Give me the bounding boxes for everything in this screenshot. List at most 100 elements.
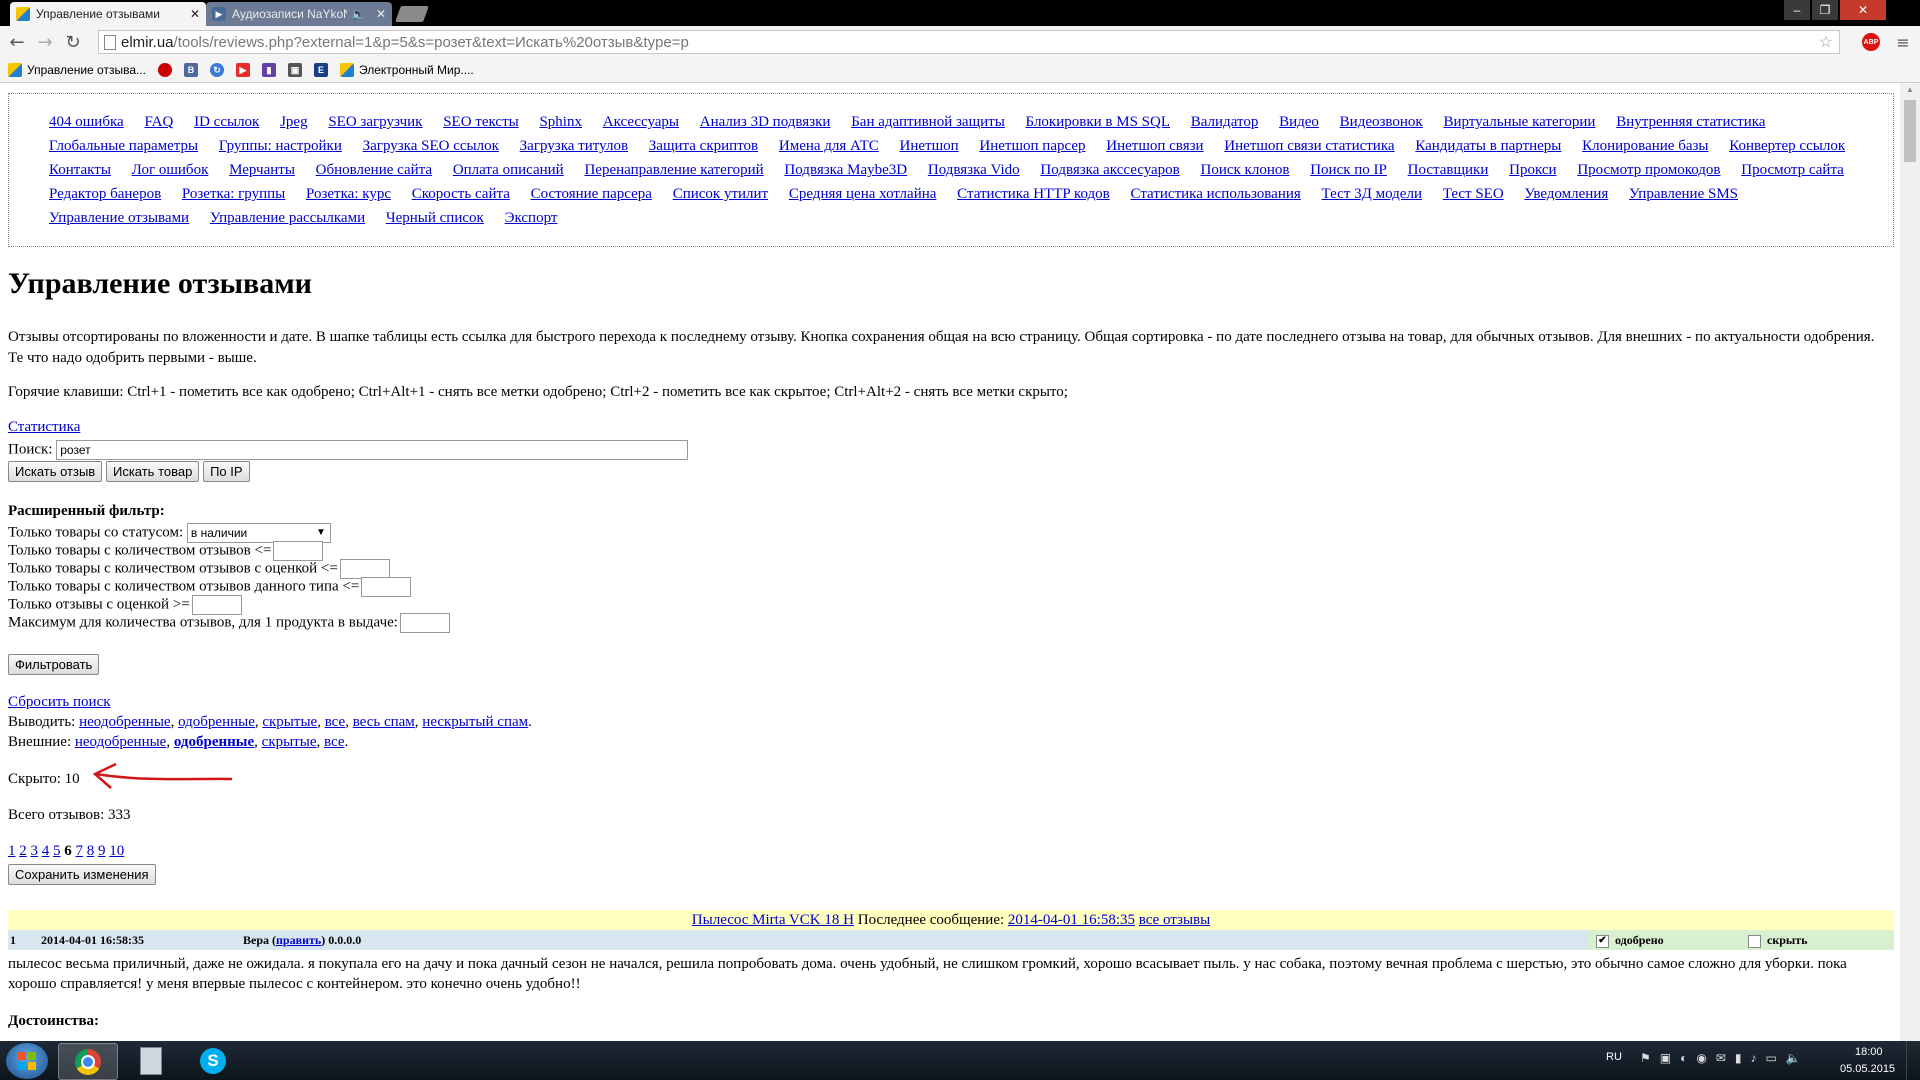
menu-link[interactable]: Просмотр промокодов — [1577, 162, 1720, 178]
menu-link[interactable]: Редактор банеров — [49, 186, 161, 202]
menu-link[interactable]: Sphinx — [539, 114, 582, 130]
tab-audio[interactable]: ▶ Аудиозаписи NaYkoN 🔈 ✕ — [206, 2, 392, 26]
menu-link[interactable]: Инетшоп связи — [1106, 138, 1203, 154]
menu-link[interactable]: ID ссылок — [194, 114, 259, 130]
scroll-up-icon[interactable]: ▲ — [1906, 85, 1914, 94]
filter-link[interactable]: все — [325, 714, 346, 730]
restore-button[interactable]: ❐ — [1812, 0, 1838, 20]
menu-link[interactable]: Jpeg — [280, 114, 308, 130]
reload-button[interactable]: ↻ — [62, 32, 84, 53]
minimize-button[interactable]: ‒ — [1784, 0, 1810, 20]
menu-link[interactable]: Состояние парсера — [531, 186, 652, 202]
menu-link[interactable]: SEO тексты — [443, 114, 519, 130]
bookmark-elmir[interactable]: Электронный Мир.... — [340, 62, 474, 78]
menu-link[interactable]: Розетка: курс — [306, 186, 391, 202]
bookmark-video[interactable]: ▣ — [288, 62, 302, 78]
menu-link[interactable]: Валидатор — [1191, 114, 1259, 130]
filter-link[interactable]: все — [324, 734, 345, 750]
filter-link[interactable]: нескрытый спам — [422, 714, 528, 730]
start-button[interactable] — [6, 1043, 48, 1079]
page-link[interactable]: 8 — [87, 843, 95, 859]
clock-date[interactable]: 05.05.2015 — [1840, 1063, 1895, 1075]
page-link[interactable]: 3 — [31, 843, 39, 859]
menu-link[interactable]: Блокировки в MS SQL — [1026, 114, 1170, 130]
menu-link[interactable]: Виртуальные категории — [1443, 114, 1595, 130]
address-bar[interactable]: elmir.ua/tools/reviews.php?external=1&p=… — [98, 30, 1840, 54]
page-link[interactable]: 10 — [109, 843, 124, 859]
menu-link[interactable]: Поиск клонов — [1201, 162, 1290, 178]
filter-link[interactable]: скрытые — [262, 714, 317, 730]
menu-link[interactable]: Имена для АТС — [779, 138, 879, 154]
close-icon[interactable]: ✕ — [376, 7, 386, 21]
page-link[interactable]: 5 — [53, 843, 61, 859]
menu-link[interactable]: Тест 3Д модели — [1322, 186, 1422, 202]
menu-link[interactable]: Подвязка акссесуаров — [1040, 162, 1179, 178]
filter-input[interactable] — [339, 559, 390, 579]
back-button[interactable]: ← — [6, 32, 28, 53]
page-link[interactable]: 4 — [42, 843, 50, 859]
filter-link[interactable]: неодобренные — [75, 734, 166, 750]
menu-link[interactable]: Управление рассылками — [210, 210, 365, 226]
menu-link[interactable]: Группы: настройки — [219, 138, 342, 154]
menu-link[interactable]: Кандидаты в партнеры — [1415, 138, 1561, 154]
approved-checkbox[interactable]: ✔ — [1596, 934, 1609, 948]
language-indicator[interactable]: RU — [1606, 1051, 1622, 1063]
hide-checkbox[interactable] — [1748, 934, 1761, 948]
clock-time[interactable]: 18:00 — [1855, 1046, 1883, 1058]
adblock-icon[interactable]: ABP — [1862, 33, 1880, 51]
search-input[interactable]: розет — [56, 440, 689, 460]
menu-link[interactable]: Конвертер ссылок — [1729, 138, 1845, 154]
menu-link[interactable]: 404 ошибка — [49, 114, 124, 130]
forward-button[interactable]: → — [34, 32, 56, 53]
menu-link[interactable]: Поиск по IP — [1310, 162, 1387, 178]
menu-link[interactable]: Оплата описаний — [453, 162, 564, 178]
menu-link[interactable]: Инетшоп парсер — [979, 138, 1085, 154]
menu-icon[interactable]: ≡ — [1892, 32, 1914, 52]
menu-link[interactable]: Анализ 3D подвязки — [700, 114, 831, 130]
menu-link[interactable]: Экспорт — [505, 210, 558, 226]
filter-link[interactable]: одобренные — [174, 734, 254, 750]
menu-link[interactable]: Контакты — [49, 162, 111, 178]
menu-link[interactable]: Клонирование базы — [1582, 138, 1708, 154]
all-reviews-link[interactable]: все отзывы — [1139, 912, 1210, 928]
menu-link[interactable]: Статистика HTTP кодов — [957, 186, 1110, 202]
stats-link[interactable]: Статистика — [8, 419, 80, 436]
menu-link[interactable]: Список утилит — [673, 186, 768, 202]
bookmark-sync[interactable]: ↻ — [210, 62, 224, 78]
menu-link[interactable]: FAQ — [144, 114, 173, 130]
edit-link[interactable]: править — [276, 933, 321, 947]
menu-link[interactable]: Мерчанты — [229, 162, 295, 178]
status-select[interactable]: в наличии ▼ — [186, 523, 331, 543]
bookmark-twitch[interactable]: ▮ — [262, 62, 276, 78]
search-review-button[interactable]: Искать отзыв — [8, 461, 103, 482]
menu-link[interactable]: Статистика использования — [1131, 186, 1301, 202]
menu-link[interactable]: Просмотр сайта — [1741, 162, 1844, 178]
new-tab-button[interactable] — [395, 6, 429, 22]
bookmark-e[interactable]: E — [314, 62, 328, 78]
menu-link[interactable]: Скорость сайта — [412, 186, 510, 202]
page-link[interactable]: 9 — [98, 843, 106, 859]
menu-link[interactable]: Средняя цена хотлайна — [789, 186, 937, 202]
menu-link[interactable]: Уведомления — [1524, 186, 1608, 202]
filter-link[interactable]: скрытые — [262, 734, 317, 750]
filter-input[interactable] — [191, 595, 242, 615]
page-link[interactable]: 2 — [19, 843, 27, 859]
menu-link[interactable]: Инетшоп — [900, 138, 959, 154]
filter-input[interactable] — [399, 613, 450, 633]
menu-link[interactable]: Обновление сайта — [316, 162, 432, 178]
bookmark-youtube[interactable]: ▶ — [236, 62, 250, 78]
menu-link[interactable]: Инетшоп связи статистика — [1224, 138, 1394, 154]
bookmark-reviews[interactable]: Управление отзыва... — [8, 62, 146, 78]
menu-link[interactable]: Видео — [1279, 114, 1319, 130]
menu-link[interactable]: Перенаправление категорий — [584, 162, 763, 178]
close-icon[interactable]: ✕ — [190, 7, 200, 21]
menu-link[interactable]: Подвязка Vido — [928, 162, 1020, 178]
menu-link[interactable]: Глобальные параметры — [49, 138, 198, 154]
show-desktop-button[interactable] — [1906, 1041, 1920, 1080]
last-message-link[interactable]: 2014-04-01 16:58:35 — [1008, 912, 1135, 928]
taskbar-calculator[interactable] — [122, 1043, 180, 1078]
menu-link[interactable]: Аксессуары — [603, 114, 679, 130]
bookmark-red[interactable] — [158, 62, 172, 78]
menu-link[interactable]: Лог ошибок — [132, 162, 209, 178]
reset-search-link[interactable]: Сбросить поиск — [8, 694, 111, 711]
